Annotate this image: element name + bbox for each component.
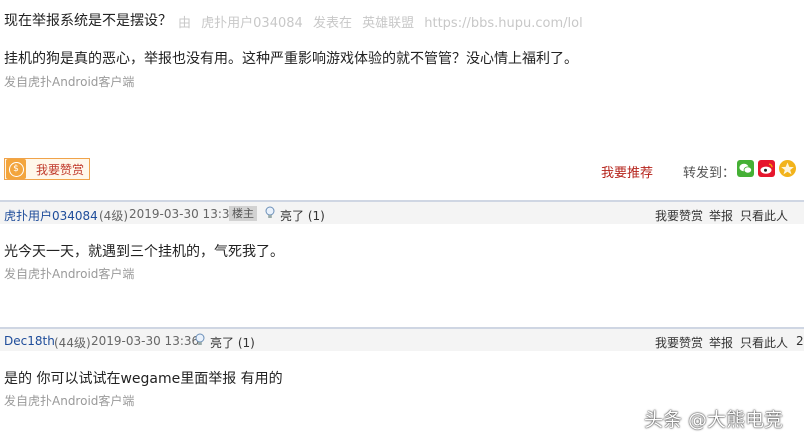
weibo-share-icon[interactable] [758, 160, 775, 177]
light-button[interactable]: 亮了 (1) [210, 334, 255, 351]
floor-number: 2 [796, 334, 804, 348]
reply-header: 虎扑用户034084 (4级) 2019-03-30 13:35 楼主 亮了 (… [0, 200, 804, 224]
reply-author-level: (4级) [99, 209, 128, 223]
reply-time: 2019-03-30 13:36 [91, 334, 200, 348]
reply-reward-link[interactable]: 我要赞赏 [655, 334, 703, 351]
post-client-source: 发自虎扑Android客户端 [4, 75, 135, 89]
light-label: 亮了 [280, 209, 305, 223]
meta-board-link[interactable]: 英雄联盟 [362, 16, 414, 31]
reply-author-link[interactable]: Dec18th [4, 334, 55, 348]
reply-author-link[interactable]: 虎扑用户034084 [4, 207, 98, 224]
reply-client-source: 发自虎扑Android客户端 [4, 394, 135, 408]
post-body: 挂机的狗是真的恶心，举报也没有用。这种严重影响游戏体验的就不管管？没心情上福利了… [4, 51, 578, 67]
meta-author-link[interactable]: 虎扑用户034084 [201, 16, 303, 31]
reply-reward-link[interactable]: 我要赞赏 [655, 207, 703, 224]
wechat-share-icon[interactable] [737, 160, 754, 177]
light-button[interactable]: 亮了 (1) [280, 207, 325, 224]
reply-header: Dec18th (44级) 2019-03-30 13:36 亮了 (1) 我要… [0, 327, 804, 351]
watermark: 头条 @大熊电竞 [644, 409, 784, 431]
light-count: (1) [237, 336, 255, 350]
coin-glyph: $ [8, 161, 24, 177]
light-count: (1) [307, 209, 325, 223]
reply-author-level: (44级) [54, 336, 91, 350]
reward-button[interactable]: $ 我要赞赏 [4, 158, 90, 180]
reply-client-source: 发自虎扑Android客户端 [4, 267, 135, 281]
reward-button-label: 我要赞赏 [36, 162, 85, 177]
reply-report-link[interactable]: 举报 [709, 207, 733, 224]
light-bulb-icon[interactable] [195, 333, 205, 347]
meta-board-url[interactable]: https://bbs.hupu.com/lol [424, 16, 582, 31]
post-title: 现在举报系统是不是摆设？ [4, 13, 172, 29]
reply-report-link[interactable]: 举报 [709, 334, 733, 351]
reply-body: 光今天一天，就遇到三个挂机的，气死我了。 [4, 244, 284, 260]
light-bulb-icon[interactable] [265, 206, 275, 220]
light-label: 亮了 [210, 336, 235, 350]
qzone-share-icon[interactable] [779, 160, 796, 177]
post-meta: 由 虎扑用户034084 发表在 英雄联盟 https://bbs.hupu.c… [178, 12, 589, 31]
reply-time: 2019-03-30 13:35 [129, 207, 238, 221]
only-this-user-link[interactable]: 只看此人 [740, 334, 788, 351]
forward-label: 转发到： [683, 166, 736, 181]
reply-body: 是的 你可以试试在wegame里面举报 有用的 [4, 371, 283, 387]
op-badge: 楼主 [229, 206, 257, 221]
only-this-user-link[interactable]: 只看此人 [740, 207, 788, 224]
recommend-link[interactable]: 我要推荐 [601, 162, 653, 181]
meta-posted-in: 发表在 [312, 16, 352, 31]
meta-by: 由 [178, 16, 192, 31]
coin-icon: $ [6, 159, 26, 179]
